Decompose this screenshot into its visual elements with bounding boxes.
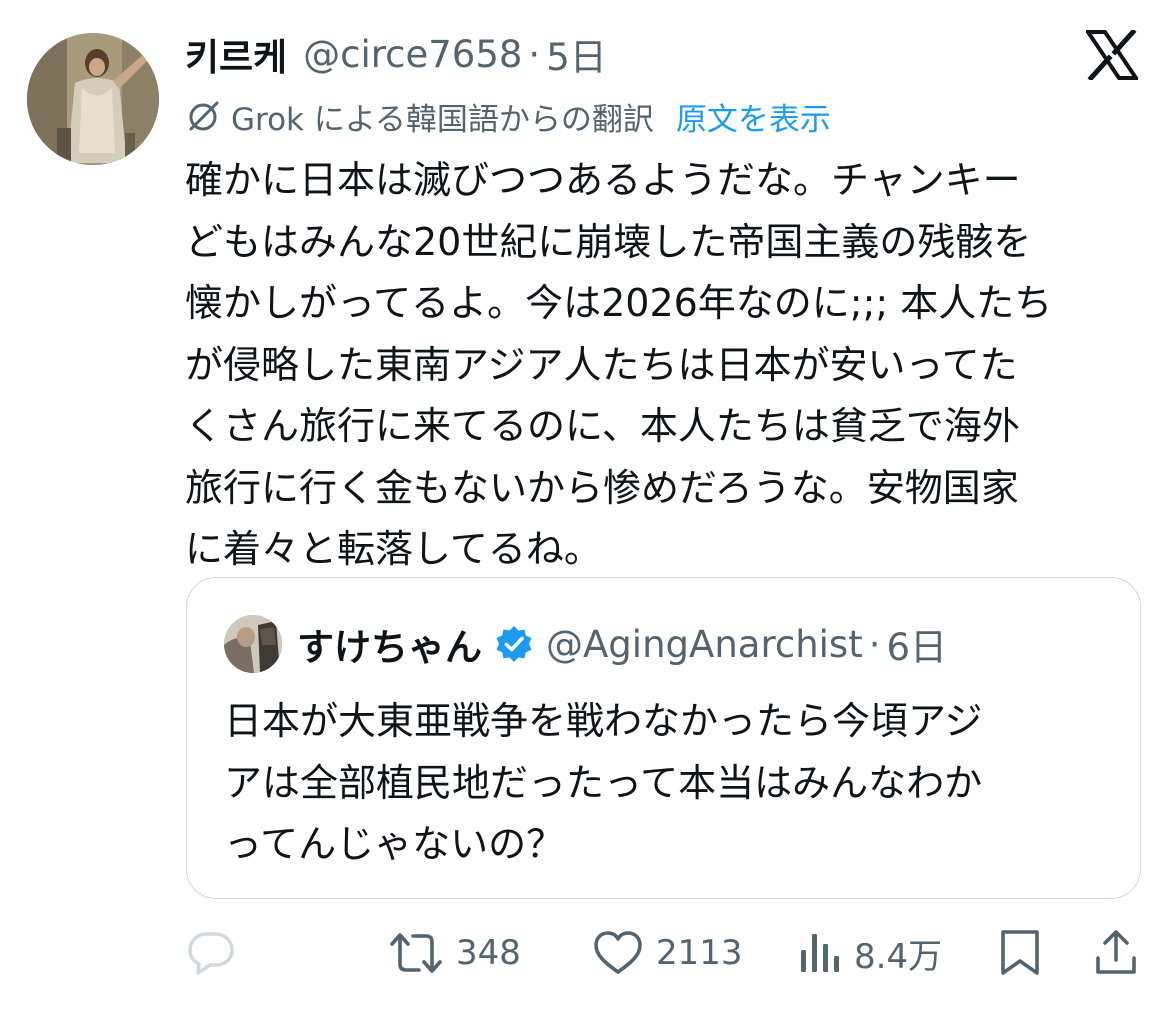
- quoted-line: 日本が大東亜戦争を戦わなかったら今頃アジ: [224, 699, 983, 743]
- like-button[interactable]: 2113: [592, 922, 743, 984]
- bookmark-icon: [1001, 930, 1039, 975]
- author-name[interactable]: 키르케: [185, 27, 287, 81]
- x-logo-icon[interactable]: [1084, 28, 1140, 82]
- view-count: 8.4万: [854, 936, 943, 977]
- tweet-line: に着々と転落してるね。: [185, 527, 602, 571]
- quoted-line: アは全部植民地だったって本当はみんなわか: [224, 760, 983, 805]
- author-handle[interactable]: @circe7658: [303, 33, 522, 76]
- tweet-line: くさん旅行に来てるのに、本人たちは貧乏で海外: [185, 404, 1020, 448]
- quoted-header: すけちゃん @AgingAnarchist · 6日: [297, 618, 947, 670]
- retweet-count: 348: [456, 933, 521, 973]
- heart-icon: [594, 931, 642, 974]
- show-original-link[interactable]: 原文を表示: [676, 94, 831, 139]
- separator-dot: ·: [868, 622, 881, 666]
- quoted-tweet-text: 日本が大東亜戦争を戦わなかったら今頃アジ アは全部植民地だったって本当はみんなわ…: [224, 691, 1114, 876]
- avatar-painting: [27, 33, 159, 165]
- tweet-line: 旅行に行く金もないから惨めだろうな。安物国家: [185, 465, 1019, 510]
- tweet-text: 確かに日本は滅びつつあるようだな。チャンキー どもはみんな20世紀に崩壊した帝国…: [185, 150, 1145, 581]
- retweet-button[interactable]: 348: [388, 922, 521, 984]
- quoted-line: ってんじゃないの？: [224, 822, 565, 866]
- tweet-line: が侵略した東南アジア人たちは日本が安いってた: [185, 342, 1018, 387]
- quoted-tweet[interactable]: すけちゃん @AgingAnarchist · 6日 日本が大東亜戦争を戦わなか…: [186, 577, 1141, 899]
- translate-icon: [189, 101, 219, 131]
- tweet-line: どもはみんな20世紀に崩壊した帝国主義の残骸を: [185, 219, 1032, 264]
- quoted-avatar-photo: [224, 615, 282, 673]
- translation-notice: Grok による韓国語からの翻訳 原文を表示: [185, 94, 831, 138]
- tweet-line: 懐かしがってるよ。今は2026年なのに;;; 本人たち: [185, 281, 1053, 325]
- retweet-icon: [390, 933, 442, 973]
- views-icon: [801, 934, 839, 972]
- tweet-time[interactable]: 5日: [546, 27, 607, 81]
- quoted-author-avatar[interactable]: [224, 615, 282, 673]
- like-count: 2113: [656, 933, 743, 973]
- reply-icon: [188, 932, 234, 975]
- quoted-tweet-time[interactable]: 6日: [886, 617, 947, 671]
- translation-label: Grok による韓国語からの翻訳: [231, 101, 654, 138]
- views-button[interactable]: 8.4万: [798, 922, 942, 984]
- tweet-actions: 348 2113 8.4万: [0, 922, 1170, 984]
- reply-button[interactable]: [186, 922, 236, 984]
- quoted-author-name[interactable]: すけちゃん: [297, 617, 482, 671]
- tweet-header: 키르케 @circe7658 · 5日: [185, 27, 607, 81]
- quoted-author-handle[interactable]: @AgingAnarchist: [546, 623, 863, 666]
- verified-badge-icon: [496, 626, 532, 662]
- author-avatar[interactable]: [27, 33, 159, 165]
- share-button[interactable]: [1094, 922, 1138, 984]
- separator-dot: ·: [528, 32, 541, 76]
- tweet-line: 確かに日本は滅びつつあるようだな。チャンキー: [185, 158, 1021, 202]
- bookmark-button[interactable]: [998, 922, 1042, 984]
- share-icon: [1096, 930, 1136, 974]
